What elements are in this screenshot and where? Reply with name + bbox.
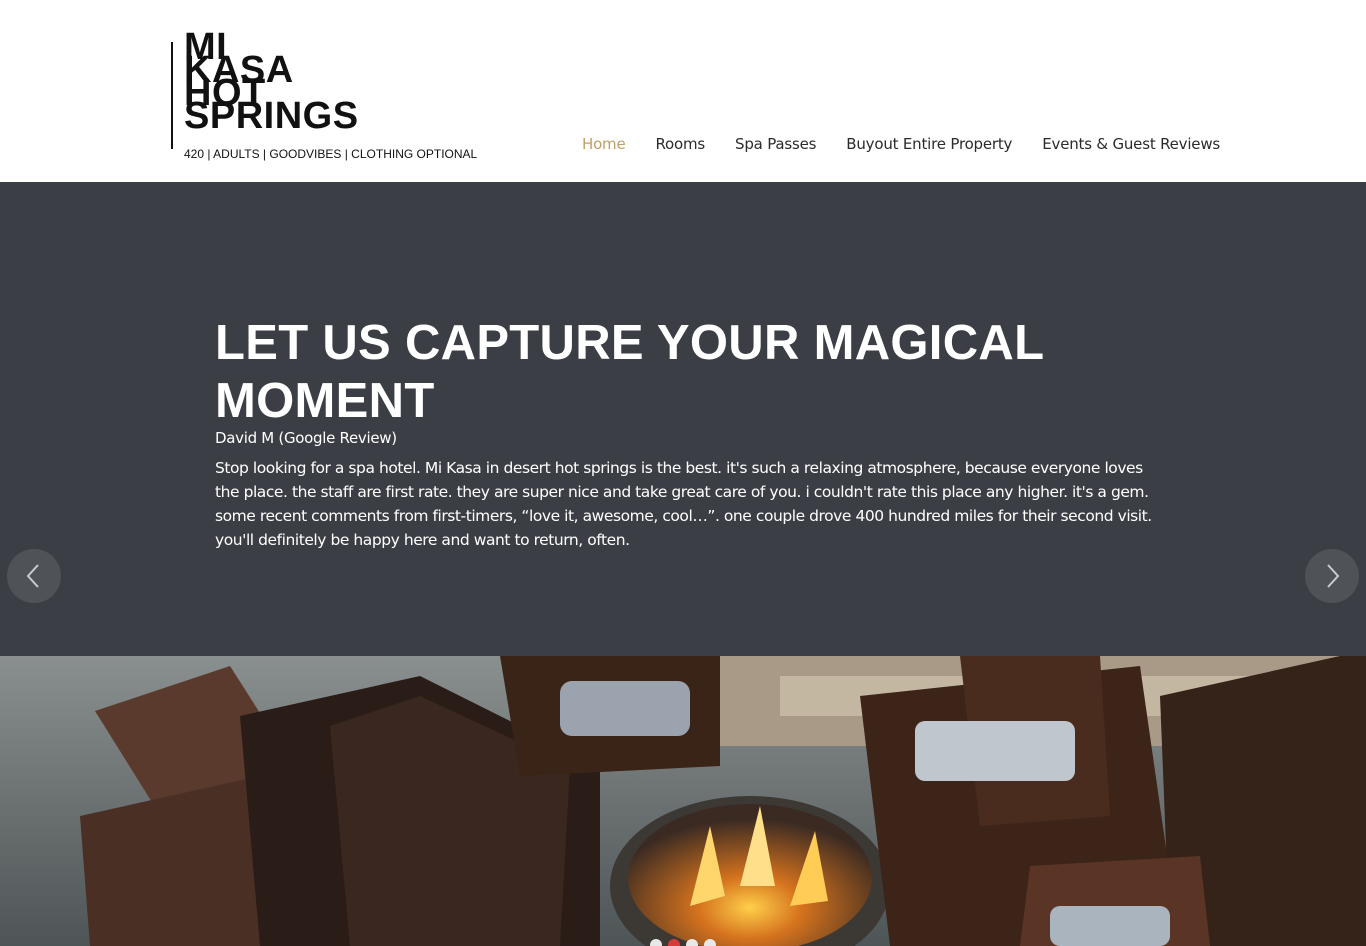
slider-prev-button[interactable] bbox=[7, 549, 61, 603]
logo-line: SPRINGS bbox=[184, 95, 359, 137]
slider-next-button[interactable] bbox=[1305, 549, 1359, 603]
fire-pit-image bbox=[0, 656, 1366, 946]
nav-item-rooms[interactable]: Rooms bbox=[641, 134, 721, 154]
nav-item-buyout[interactable]: Buyout Entire Property bbox=[831, 134, 1027, 154]
site-logo[interactable]: MI KASA HOT SPRINGS bbox=[184, 28, 384, 137]
slider-dot[interactable] bbox=[686, 939, 698, 946]
nav-item-spa-passes[interactable]: Spa Passes bbox=[720, 134, 831, 154]
slider-dot-active[interactable] bbox=[668, 939, 680, 946]
testimonial-text: Stop looking for a spa hotel. Mi Kasa in… bbox=[215, 459, 1152, 549]
slider-pagination bbox=[650, 939, 716, 946]
chevron-left-icon bbox=[26, 564, 39, 588]
site-header: MI KASA HOT SPRINGS 420 | ADULTS | GOODV… bbox=[0, 0, 1366, 182]
logo-divider bbox=[171, 42, 173, 149]
slider-dot[interactable] bbox=[704, 939, 716, 946]
testimonial-title: LET US CAPTURE YOUR MAGICAL MOMENT bbox=[215, 316, 1044, 428]
nav-item-home[interactable]: Home bbox=[567, 134, 641, 154]
logo-tagline: 420 | ADULTS | GOODVIBES | CLOTHING OPTI… bbox=[184, 147, 478, 161]
testimonial-slider: LET US CAPTURE YOUR MAGICAL MOMENT David… bbox=[0, 182, 1366, 656]
main-nav: Home Rooms Spa Passes Buyout Entire Prop… bbox=[567, 134, 1235, 154]
fire-pit-photo bbox=[0, 656, 1366, 946]
slider-dot[interactable] bbox=[650, 939, 662, 946]
chevron-right-icon bbox=[1327, 564, 1340, 588]
nav-item-events-reviews[interactable]: Events & Guest Reviews bbox=[1027, 134, 1235, 154]
testimonial-author: David M (Google Review) bbox=[215, 429, 397, 447]
